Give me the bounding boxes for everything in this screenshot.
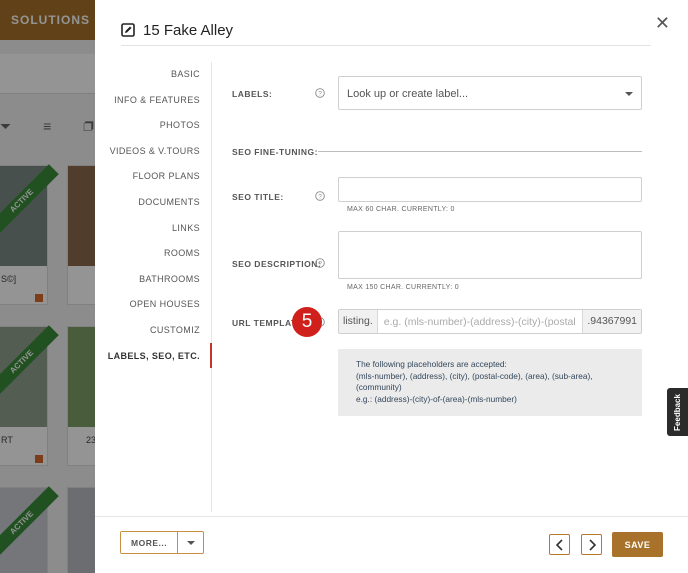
nav-item-documents[interactable]: DOCUMENTS xyxy=(95,190,211,216)
chevron-right-icon xyxy=(588,538,596,551)
title-divider xyxy=(121,45,651,46)
nav-item-labels-seo[interactable]: LABELS, SEO, ETC. xyxy=(95,344,211,370)
seo-description-hint: MAX 150 CHAR. CURRENTLY: 0 xyxy=(347,284,459,291)
seo-title-input[interactable] xyxy=(338,177,642,202)
info-line: (mls-number), (address), (city), (postal… xyxy=(356,370,593,381)
modal-title: 15 Fake Alley xyxy=(121,20,233,40)
info-line: (community) xyxy=(356,382,402,392)
nav-item-videos-tours[interactable]: VIDEOS & V.TOURS xyxy=(95,139,211,165)
nav-active-indicator xyxy=(210,343,212,368)
labels-label: LABELS: xyxy=(232,89,273,99)
placeholder-info-box: The following placeholders are accepted:… xyxy=(338,349,642,416)
url-prefix: listing. xyxy=(339,310,378,333)
more-button[interactable]: MORE... xyxy=(121,532,178,553)
chevron-left-icon xyxy=(555,538,563,551)
seo-title-label: SEO TITLE: xyxy=(232,192,284,202)
next-button[interactable] xyxy=(581,534,602,555)
edit-listing-modal: ✕ 15 Fake Alley BASIC INFO & FEATURES PH… xyxy=(95,0,688,573)
labels-placeholder: Look up or create label... xyxy=(347,88,469,100)
url-suffix: .94367991 xyxy=(582,310,641,333)
nav-item-info-features[interactable]: INFO & FEATURES xyxy=(95,88,211,114)
help-icon[interactable]: ? xyxy=(315,88,325,98)
svg-text:?: ? xyxy=(318,193,322,200)
svg-text:?: ? xyxy=(318,90,322,97)
close-icon[interactable]: ✕ xyxy=(655,14,670,32)
seo-section-title: SEO FINE-TUNING: xyxy=(232,147,318,157)
save-button[interactable]: SAVE xyxy=(612,532,663,557)
nav-divider xyxy=(211,62,212,512)
svg-text:?: ? xyxy=(318,260,322,267)
chevron-down-icon xyxy=(186,540,195,545)
section-nav: BASIC INFO & FEATURES PHOTOS VIDEOS & V.… xyxy=(95,62,211,369)
nav-item-customize[interactable]: CUSTOMIZ xyxy=(95,318,211,344)
more-dropdown-toggle[interactable] xyxy=(177,532,203,553)
modal-title-text: 15 Fake Alley xyxy=(143,21,234,39)
chevron-down-icon xyxy=(625,92,633,96)
help-icon[interactable]: ? xyxy=(315,258,325,268)
info-line: The following placeholders are accepted: xyxy=(356,359,507,369)
nav-item-bathrooms[interactable]: BATHROOMS xyxy=(95,267,211,293)
url-template-group: listing. .94367991 xyxy=(338,309,642,334)
more-dropdown: MORE... xyxy=(120,531,205,554)
seo-description-label: SEO DESCRIPTION: xyxy=(232,259,322,269)
feedback-label: Feedback xyxy=(673,393,682,431)
seo-section-divider xyxy=(318,151,642,152)
footer-divider xyxy=(95,516,688,517)
nav-item-photos[interactable]: PHOTOS xyxy=(95,113,211,139)
nav-item-links[interactable]: LINKS xyxy=(95,216,211,242)
url-template-input[interactable] xyxy=(377,310,583,333)
info-line: e.g.: (address)-(city)-of-(area)-(mls-nu… xyxy=(356,393,517,404)
nav-item-open-houses[interactable]: OPEN HOUSES xyxy=(95,292,211,318)
feedback-tab[interactable]: Feedback xyxy=(667,388,688,436)
seo-description-textarea[interactable] xyxy=(338,231,642,279)
edit-icon xyxy=(121,23,135,37)
step-badge: 5 xyxy=(292,307,322,337)
nav-item-floor-plans[interactable]: FLOOR PLANS xyxy=(95,164,211,190)
prev-button[interactable] xyxy=(549,534,570,555)
seo-title-hint: MAX 60 CHAR. CURRENTLY: 0 xyxy=(347,206,455,213)
nav-item-rooms[interactable]: ROOMS xyxy=(95,241,211,267)
help-icon[interactable]: ? xyxy=(315,191,325,201)
labels-select[interactable]: Look up or create label... xyxy=(338,76,642,110)
nav-item-basic[interactable]: BASIC xyxy=(95,62,211,88)
